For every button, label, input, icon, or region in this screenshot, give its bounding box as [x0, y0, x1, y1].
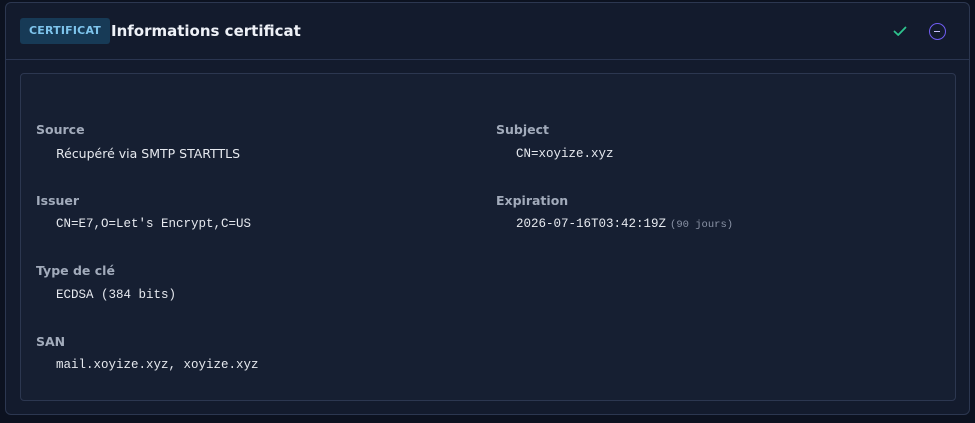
key-type-value: ECDSA (384 bits)	[56, 288, 177, 302]
expiration-value: 2026-07-16T03:42:19Z	[516, 217, 667, 231]
san-label: SAN	[36, 334, 66, 349]
key-type-label: Type de clé	[36, 263, 115, 278]
panel-title: Informations certificat	[111, 22, 301, 40]
issuer-value: CN=E7,O=Let's Encrypt,C=US	[56, 217, 252, 231]
certificate-panel: CERTIFICAT Informations certificat Sourc…	[5, 2, 970, 415]
collapse-button[interactable]	[929, 23, 946, 40]
expiration-days-note: (90 jours)	[670, 219, 734, 231]
expiration-row: 2026-07-16T03:42:19Z (90 jours)	[516, 216, 733, 233]
panel-header: CERTIFICAT Informations certificat	[6, 3, 969, 60]
issuer-label: Issuer	[36, 193, 80, 208]
certificate-details: Source Récupéré via SMTP STARTTLS Subjec…	[20, 73, 956, 401]
source-label: Source	[36, 122, 85, 137]
certificate-badge: CERTIFICAT	[20, 18, 111, 44]
check-icon	[893, 26, 907, 36]
subject-label: Subject	[496, 122, 549, 137]
source-value: Récupéré via SMTP STARTTLS	[56, 146, 241, 161]
san-value: mail.xoyize.xyz, xoyize.xyz	[56, 358, 259, 372]
subject-value: CN=xoyize.xyz	[516, 147, 614, 161]
expiration-label: Expiration	[496, 193, 569, 208]
minus-icon	[934, 30, 940, 32]
